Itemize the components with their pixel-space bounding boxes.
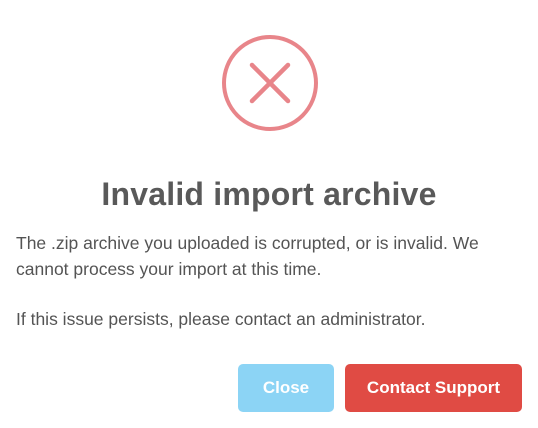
dialog-message-hint: If this issue persists, please contact a… (16, 309, 426, 329)
close-button[interactable]: Close (238, 364, 334, 412)
error-x-circle-icon (220, 33, 320, 133)
contact-support-button[interactable]: Contact Support (345, 364, 522, 412)
error-dialog: Invalid import archive The .zip archive … (0, 0, 538, 428)
dialog-message-error: The .zip archive you uploaded is corrupt… (16, 233, 479, 279)
dialog-message: The .zip archive you uploaded is corrupt… (16, 230, 526, 332)
dialog-title: Invalid import archive (101, 176, 437, 212)
